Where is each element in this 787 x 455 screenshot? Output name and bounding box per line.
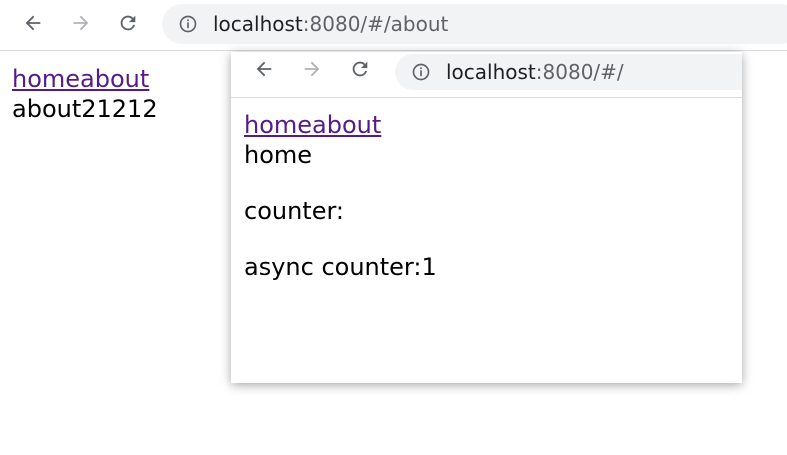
page-content: homeabout about21212 bbox=[12, 64, 158, 124]
popup-back-button[interactable] bbox=[251, 56, 277, 82]
reload-icon bbox=[120, 15, 136, 31]
arrow-left-icon bbox=[256, 61, 272, 77]
url-text[interactable]: localhost:8080/#/about bbox=[213, 12, 448, 36]
address-bar[interactable]: localhost:8080/#/about bbox=[162, 4, 787, 44]
router-view-text: about21212 bbox=[12, 95, 158, 123]
home-link[interactable]: home bbox=[12, 65, 80, 93]
back-button[interactable] bbox=[20, 10, 46, 36]
popup-page-content: homeabout home counter: async counter:1 bbox=[244, 110, 437, 282]
nav-links: homeabout bbox=[12, 64, 158, 94]
async-counter-text: async counter:1 bbox=[244, 253, 437, 281]
popup-browser-window: localhost:8080/#/ homeabout home counter… bbox=[231, 52, 742, 383]
reload-button[interactable] bbox=[115, 10, 141, 36]
arrow-right-icon bbox=[73, 15, 89, 31]
browser-toolbar: localhost:8080/#/about bbox=[0, 0, 787, 51]
popup-reload-button[interactable] bbox=[347, 56, 373, 82]
arrow-right-icon bbox=[304, 61, 320, 77]
popup-browser-toolbar: localhost:8080/#/ bbox=[231, 52, 742, 98]
counter-text: counter: bbox=[244, 197, 345, 225]
popup-url-text[interactable]: localhost:8080/#/ bbox=[446, 60, 624, 84]
url-path: :8080/#/about bbox=[302, 12, 449, 36]
info-icon[interactable] bbox=[411, 62, 431, 82]
url-host: localhost bbox=[213, 12, 303, 36]
arrow-left-icon bbox=[25, 15, 41, 31]
popup-nav-links: homeabout bbox=[244, 110, 437, 140]
popup-url-path: :8080/#/ bbox=[535, 60, 624, 84]
reload-icon bbox=[352, 61, 368, 77]
forward-button[interactable] bbox=[68, 10, 94, 36]
popup-forward-button[interactable] bbox=[299, 56, 325, 82]
about-link[interactable]: about bbox=[80, 65, 149, 93]
popup-url-host: localhost bbox=[446, 60, 536, 84]
info-icon[interactable] bbox=[178, 14, 198, 34]
popup-router-view-text: home bbox=[244, 141, 313, 169]
popup-home-link[interactable]: home bbox=[244, 111, 312, 139]
popup-address-bar[interactable]: localhost:8080/#/ bbox=[395, 54, 742, 90]
popup-about-link[interactable]: about bbox=[312, 111, 381, 139]
